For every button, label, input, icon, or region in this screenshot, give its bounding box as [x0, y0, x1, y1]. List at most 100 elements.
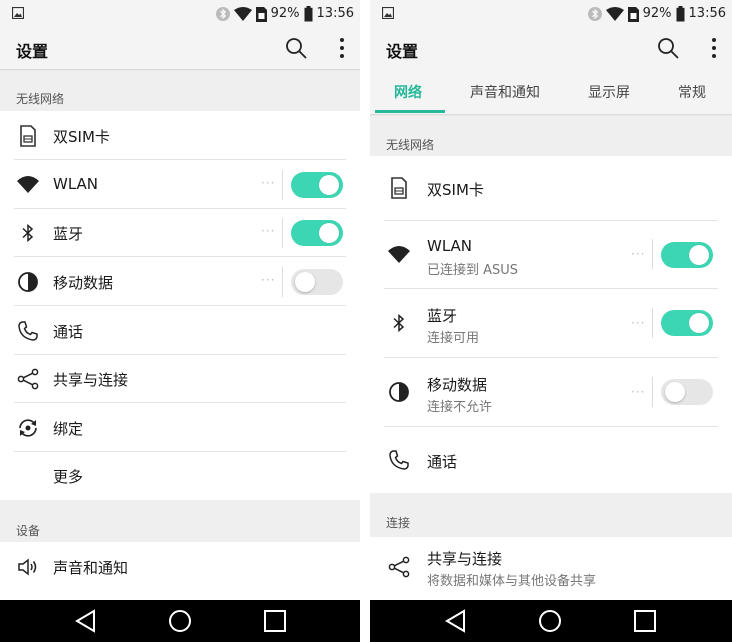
battery-icon: [304, 6, 313, 22]
section-title: 连接: [386, 516, 411, 530]
row-label: 声音和通知: [53, 559, 129, 577]
picture-icon: [382, 7, 394, 19]
row-mobile-data[interactable]: 移动数据 ···: [0, 257, 360, 306]
bluetooth-icon: [393, 313, 405, 333]
search-icon[interactable]: [284, 36, 308, 60]
phone-icon: [389, 450, 409, 470]
row-dual-sim[interactable]: 双SIM卡: [0, 111, 360, 160]
section-header-wireless: 无线网络: [370, 116, 732, 156]
phone-icon: [18, 321, 38, 341]
row-share-connect[interactable]: 共享与连接: [0, 355, 360, 403]
row-mobile-data[interactable]: 移动数据 连接不允许 ···: [370, 358, 732, 427]
share-icon: [17, 368, 39, 390]
row-sound-notifications[interactable]: 声音和通知: [0, 542, 360, 600]
battery-percent: 92%: [270, 6, 300, 21]
tab-bar: 网络 声音和通知 显示屏 常规: [370, 70, 732, 114]
more-options-icon[interactable]: ···: [261, 224, 275, 238]
row-wlan[interactable]: WLAN 已连接到 ASUS ···: [370, 221, 732, 289]
clock: 13:56: [316, 6, 354, 21]
row-label: 通话: [53, 323, 84, 341]
row-dual-sim[interactable]: 双SIM卡: [370, 156, 732, 221]
recents-icon[interactable]: [263, 609, 287, 633]
wifi-icon: [17, 176, 39, 193]
mobile-data-icon: [389, 382, 409, 402]
home-icon[interactable]: [538, 609, 562, 633]
bluetooth-icon: [587, 7, 602, 21]
vertical-divider: [652, 308, 653, 338]
app-header: 设置: [370, 28, 732, 70]
battery-icon: [676, 6, 685, 22]
more-icon[interactable]: [710, 36, 718, 60]
row-label: 蓝牙: [53, 225, 84, 243]
row-label: 绑定: [53, 420, 84, 438]
row-label: 共享与连接: [427, 550, 503, 568]
row-subtitle: 连接不允许: [427, 400, 493, 415]
search-icon[interactable]: [656, 36, 680, 60]
back-icon[interactable]: [74, 609, 98, 633]
status-bar: 92% 13:56: [0, 0, 360, 28]
more-options-icon[interactable]: ···: [631, 316, 645, 330]
sim-icon: [627, 6, 639, 22]
row-calls[interactable]: 通话: [0, 306, 360, 355]
bluetooth-toggle[interactable]: [661, 310, 713, 336]
row-share-connect[interactable]: 共享与连接 将数据和媒体与其他设备共享: [370, 537, 732, 600]
more-options-icon[interactable]: ···: [631, 385, 645, 399]
row-tethering[interactable]: 绑定: [0, 403, 360, 452]
nav-bar: [0, 600, 360, 642]
row-label: 双SIM卡: [53, 128, 110, 146]
tab-sound[interactable]: 声音和通知: [470, 82, 540, 102]
wlan-toggle[interactable]: [291, 172, 343, 198]
row-calls[interactable]: 通话: [370, 427, 732, 493]
more-options-icon[interactable]: ···: [261, 273, 275, 287]
picture-icon: [12, 7, 24, 19]
app-header: 设置: [0, 28, 360, 70]
wlan-toggle[interactable]: [661, 242, 713, 268]
recents-icon[interactable]: [633, 609, 657, 633]
more-options-icon[interactable]: ···: [261, 176, 275, 190]
sim-card-icon: [20, 125, 36, 147]
bluetooth-toggle[interactable]: [291, 220, 343, 246]
tab-display[interactable]: 显示屏: [588, 82, 630, 102]
clock: 13:56: [688, 6, 726, 21]
row-label: 双SIM卡: [427, 181, 484, 199]
bluetooth-icon: [215, 7, 230, 21]
nav-bar: [370, 600, 732, 642]
status-bar: 92% 13:56: [370, 0, 732, 28]
row-label: WLAN: [53, 175, 99, 193]
more-icon[interactable]: [338, 36, 346, 60]
back-icon[interactable]: [444, 609, 468, 633]
tab-general[interactable]: 常规: [678, 82, 706, 102]
section-title: 无线网络: [386, 138, 435, 152]
mobile-data-toggle[interactable]: [661, 379, 713, 405]
section-header-device: 设备: [0, 500, 360, 542]
battery-percent: 92%: [642, 6, 672, 21]
mobile-data-icon: [18, 272, 38, 292]
row-label: 共享与连接: [53, 371, 129, 389]
vertical-divider: [652, 377, 653, 407]
bluetooth-icon: [22, 223, 34, 243]
vertical-divider: [282, 218, 283, 248]
right-screen: 92% 13:56 设置 网络 声音和通知 显示屏 常规 无线网络 双SIM卡 …: [370, 0, 732, 642]
row-label: 蓝牙: [427, 307, 458, 325]
tab-indicator: [375, 110, 445, 113]
page-title: 设置: [16, 42, 49, 61]
row-wlan[interactable]: WLAN ···: [0, 160, 360, 209]
share-icon: [388, 556, 410, 578]
tether-icon: [19, 419, 37, 437]
row-bluetooth[interactable]: 蓝牙 连接可用 ···: [370, 289, 732, 358]
row-label: 更多: [53, 468, 84, 486]
wifi-icon: [388, 246, 410, 263]
row-label: 通话: [427, 453, 458, 471]
row-bluetooth[interactable]: 蓝牙 ···: [0, 209, 360, 257]
row-subtitle: 将数据和媒体与其他设备共享: [427, 574, 597, 589]
row-label: 移动数据: [53, 274, 114, 292]
vertical-divider: [282, 267, 283, 297]
row-subtitle: 已连接到 ASUS: [427, 263, 519, 278]
more-options-icon[interactable]: ···: [631, 247, 645, 261]
mobile-data-toggle[interactable]: [291, 269, 343, 295]
tab-network[interactable]: 网络: [394, 82, 422, 102]
page-title: 设置: [386, 42, 419, 61]
wifi-icon: [605, 7, 624, 21]
row-more[interactable]: 更多: [0, 452, 360, 500]
home-icon[interactable]: [168, 609, 192, 633]
